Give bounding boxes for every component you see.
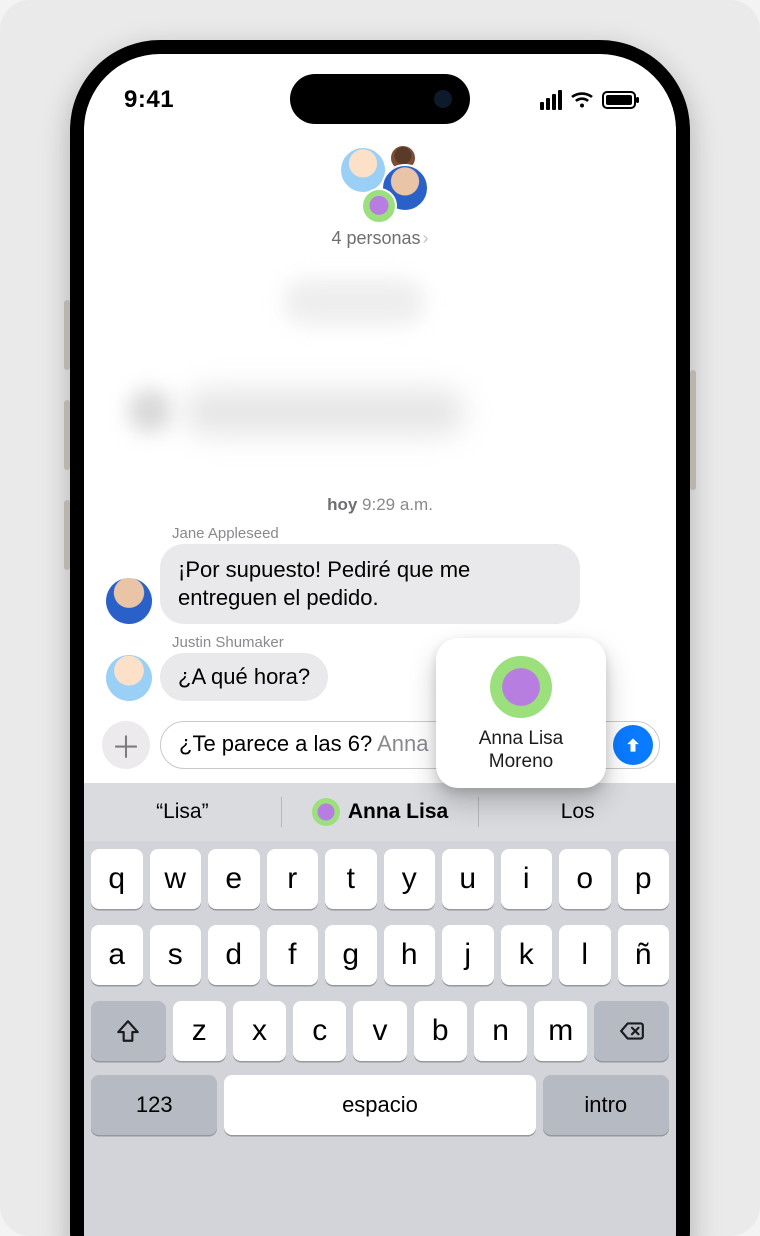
backspace-key[interactable] [594, 1001, 669, 1061]
dynamic-island [290, 74, 470, 124]
send-button[interactable] [613, 725, 653, 765]
key-row-1: q w e r t y u i o p [84, 841, 676, 917]
key-d[interactable]: d [208, 925, 260, 985]
avatar-icon [106, 655, 152, 701]
avatar-icon [339, 146, 387, 194]
prediction-right[interactable]: Los [479, 800, 676, 824]
shift-key[interactable] [91, 1001, 166, 1061]
cellular-icon [540, 90, 562, 110]
key-v[interactable]: v [353, 1001, 406, 1061]
avatar-icon [361, 188, 397, 224]
return-key[interactable]: intro [543, 1075, 669, 1135]
shift-icon [115, 1018, 141, 1044]
key-x[interactable]: x [233, 1001, 286, 1061]
avatar-icon [106, 578, 152, 624]
key-p[interactable]: p [618, 849, 670, 909]
sender-label: Jane Appleseed [172, 525, 654, 542]
avatar-icon [312, 798, 340, 826]
group-avatar-cluster [325, 144, 435, 224]
prediction-left[interactable]: “Lisa” [84, 800, 281, 824]
key-t[interactable]: t [325, 849, 377, 909]
key-s[interactable]: s [150, 925, 202, 985]
key-k[interactable]: k [501, 925, 553, 985]
battery-icon [602, 91, 636, 109]
compose-text: ¿Te parece a las 6? [179, 731, 377, 756]
backspace-icon [619, 1018, 645, 1044]
key-r[interactable]: r [267, 849, 319, 909]
key-w[interactable]: w [150, 849, 202, 909]
numbers-key[interactable]: 123 [91, 1075, 217, 1135]
key-row-2: a s d f g h j k l ñ [84, 917, 676, 993]
keyboard: “Lisa” Anna Lisa Los q w e r [84, 783, 676, 1236]
wifi-icon [570, 88, 594, 112]
key-l[interactable]: l [559, 925, 611, 985]
key-j[interactable]: j [442, 925, 494, 985]
phone-screen: 9:41 4 personas› [84, 54, 676, 1236]
key-h[interactable]: h [384, 925, 436, 985]
status-time: 9:41 [124, 86, 174, 114]
prediction-mention[interactable]: Anna Lisa [282, 798, 479, 826]
message-row: ¡Por supuesto! Pediré que me entreguen e… [106, 544, 654, 624]
group-title[interactable]: 4 personas› [84, 228, 676, 249]
key-g[interactable]: g [325, 925, 377, 985]
key-enne[interactable]: ñ [618, 925, 670, 985]
key-row-4: 123 espacio intro [84, 1069, 676, 1143]
predictive-bar: “Lisa” Anna Lisa Los [84, 783, 676, 841]
message-bubble[interactable]: ¿A qué hora? [160, 653, 328, 701]
key-c[interactable]: c [293, 1001, 346, 1061]
attach-button[interactable]: ＋ [102, 721, 150, 769]
key-y[interactable]: y [384, 849, 436, 909]
mention-suggestion-popover[interactable]: Anna Lisa Moreno [436, 638, 606, 788]
chevron-right-icon: › [423, 228, 429, 248]
key-a[interactable]: a [91, 925, 143, 985]
message-bubble[interactable]: ¡Por supuesto! Pediré que me entreguen e… [160, 544, 580, 624]
key-f[interactable]: f [267, 925, 319, 985]
avatar-icon [488, 654, 554, 720]
key-u[interactable]: u [442, 849, 494, 909]
key-z[interactable]: z [173, 1001, 226, 1061]
phone-frame: 9:41 4 personas› [70, 40, 690, 1236]
key-e[interactable]: e [208, 849, 260, 909]
time-separator: hoy 9:29 a.m. [106, 495, 654, 515]
key-q[interactable]: q [91, 849, 143, 909]
key-b[interactable]: b [414, 1001, 467, 1061]
key-n[interactable]: n [474, 1001, 527, 1061]
key-o[interactable]: o [559, 849, 611, 909]
mention-name: Anna Lisa Moreno [448, 728, 594, 774]
blurred-history [84, 279, 676, 489]
space-key[interactable]: espacio [224, 1075, 535, 1135]
arrow-up-icon [623, 735, 643, 755]
key-m[interactable]: m [534, 1001, 587, 1061]
key-i[interactable]: i [501, 849, 553, 909]
key-row-3: z x c v b n m [84, 993, 676, 1069]
